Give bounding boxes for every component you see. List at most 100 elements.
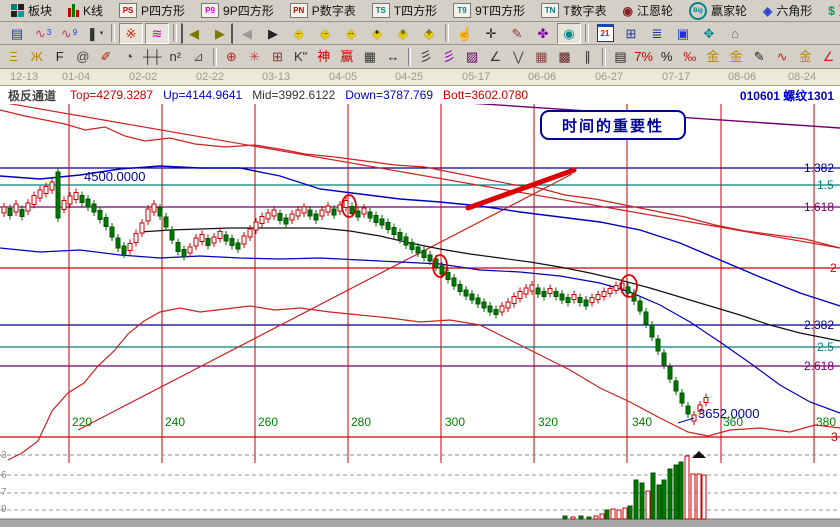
volume-bar: [623, 508, 627, 519]
candle-body: [626, 287, 630, 293]
toolbar-button-page-forward[interactable]: ▶: [261, 23, 285, 44]
toolbar-button-expand-h[interactable]: ◆↔: [339, 23, 363, 44]
toolbar-button-tick-divider[interactable]: ┼┼: [142, 46, 163, 67]
trend-angle-icon: ∠: [489, 50, 501, 63]
candle-body: [416, 247, 420, 253]
toolbar-button-level-table[interactable]: ▤: [610, 46, 631, 67]
fib-level-label: 3: [831, 430, 838, 444]
toolbar-button-gann-gold-2[interactable]: Ж: [26, 46, 47, 67]
toolbar-button-trend-angle[interactable]: ∠: [485, 46, 506, 67]
draw-pen-icon: ✎: [512, 27, 523, 40]
x-axis-label: 380: [816, 415, 836, 429]
toolbar-button-save-disk[interactable]: ▣: [671, 23, 695, 44]
toolbar-button-zoom-in[interactable]: ◆✦: [365, 23, 389, 44]
toolbar-button-hand-drag[interactable]: ☝: [453, 23, 477, 44]
annotation-box[interactable]: 时间的重要性: [540, 110, 686, 140]
toolbar-button-winner-service[interactable]: $赢家服务: [821, 1, 840, 21]
toolbar-button-kline-style[interactable]: ❚▾: [83, 23, 107, 44]
toolbar-button-shift-right[interactable]: ◆→: [313, 23, 337, 44]
toolbar-button-p-square[interactable]: PSP四方形: [112, 1, 192, 21]
toolbar-button-gann-circle[interactable]: ⊕: [221, 46, 242, 67]
toolbar-button-winner-wheel[interactable]: Big赢家轮: [682, 1, 754, 21]
toolbar-button-draw-pen[interactable]: ✎: [505, 23, 529, 44]
toolbar-button-network[interactable]: ✥: [697, 23, 721, 44]
toolbar-button-angle-line[interactable]: ⊿: [188, 46, 209, 67]
toolbar-button-wave-9[interactable]: ∿9: [57, 23, 81, 44]
time-cycle-icon: ◔: [125, 50, 133, 63]
volume-bar: [628, 506, 632, 519]
toolbar-button-ruler-123[interactable]: ▦: [359, 46, 380, 67]
toolbar-button-grid-arrow[interactable]: ▩: [554, 46, 575, 67]
toolbar-button-quote-list[interactable]: ▤: [5, 23, 29, 44]
candle-body: [554, 292, 558, 297]
toolbar-button-smart-brain[interactable]: ◉: [557, 23, 581, 44]
toolbar-button-page-back[interactable]: ◀: [235, 23, 259, 44]
fan-purple-icon: 彡: [442, 50, 455, 63]
toolbar-button-percent-7[interactable]: 7%: [633, 46, 654, 67]
candle-body: [230, 239, 234, 246]
toolbar-button-sector-board[interactable]: 板块: [4, 1, 59, 21]
toolbar-button-notepad[interactable]: ≣: [645, 23, 669, 44]
toolbar-button-j-angle[interactable]: ∠: [818, 46, 839, 67]
level-table-icon: ▤: [614, 50, 626, 63]
toolbar-button-boxed-web[interactable]: ⊞: [267, 46, 288, 67]
toolbar-button-gold-lines-2[interactable]: 金: [795, 46, 816, 67]
toolbar-button-hexagon[interactable]: ◈六角形: [756, 1, 819, 21]
toolbar-button-gann-web[interactable]: ✳: [244, 46, 265, 67]
toolbar-button-calendar[interactable]: 21: [593, 23, 617, 44]
x-axis-label: 340: [632, 415, 652, 429]
toolbar-button-color-histogram[interactable]: ≋: [145, 23, 169, 44]
toolbar-button-purple-tool[interactable]: ✤: [531, 23, 555, 44]
toolbar-button-gold-circle[interactable]: 金: [702, 46, 723, 67]
toolbar-button-t-number-table[interactable]: TNT数字表: [534, 1, 613, 21]
toolbar-button-9t-square[interactable]: T99T四方形: [446, 1, 532, 21]
toolbar-button-pattern-tool[interactable]: ※: [119, 23, 143, 44]
toolbar-button-brush[interactable]: ✐: [95, 46, 116, 67]
toolbar-button-shift-left[interactable]: ◆←: [287, 23, 311, 44]
toolbar-button-parallel-lines[interactable]: ∥: [577, 46, 598, 67]
toolbar-button-computer[interactable]: ⌂: [723, 23, 747, 44]
toolbar-button-grid-tool[interactable]: ▦: [531, 46, 552, 67]
toolbar-button-fan-lines[interactable]: 彡: [415, 46, 436, 67]
toolbar-button-pen-lines[interactable]: ✎: [749, 46, 770, 67]
toolbar-button-crosshair[interactable]: ✛: [479, 23, 503, 44]
volume-bar: [674, 465, 678, 519]
toolbar-button-calculator[interactable]: ⊞: [619, 23, 643, 44]
toolbar-button-wave-tool[interactable]: ∿: [772, 46, 793, 67]
toolbar-button-gann-gold-1[interactable]: Ξ: [3, 46, 24, 67]
toolbar-button-p-number-table[interactable]: PNP数字表: [283, 1, 363, 21]
toolbar-button-k-mark[interactable]: K": [290, 46, 311, 67]
toolbar-button-fan-boxed[interactable]: ▨: [462, 46, 483, 67]
toolbar-separator: [111, 24, 115, 42]
toolbar-main: 板块K线PSP四方形P99P四方形PNP数字表TST四方形T99T四方形TNT数…: [0, 0, 840, 22]
chart-area[interactable]: 1.3821.51.61822.3822.52.618336794500.000…: [0, 104, 840, 527]
toolbar-button-n-square[interactable]: n²: [165, 46, 186, 67]
toolbar-button-zoom-out[interactable]: ◆✳: [391, 23, 415, 44]
toolbar-button-spiral[interactable]: @: [72, 46, 93, 67]
toolbar-button-time-cycle[interactable]: ◔: [119, 46, 140, 67]
toolbar-button-gold-lines[interactable]: 金: [725, 46, 746, 67]
candle-body: [332, 209, 336, 215]
toolbar-button-percent[interactable]: %: [656, 46, 677, 67]
candle-body: [662, 353, 666, 365]
toolbar-button-last-page[interactable]: ▶: [208, 23, 233, 44]
toolbar-button-first-page[interactable]: ◀: [181, 23, 206, 44]
toolbar-button-ying-tool[interactable]: 赢: [336, 46, 357, 67]
toolbar-button-wave-3[interactable]: ∿3: [31, 23, 55, 44]
toolbar-button-9p-square[interactable]: P99P四方形: [194, 1, 281, 21]
candle-body: [530, 285, 534, 291]
toolbar-button-kline[interactable]: K线: [61, 1, 110, 21]
n-square-icon: n²: [170, 50, 182, 63]
toolbar-button-zoom-fit[interactable]: ◆✛: [417, 23, 441, 44]
candle-body: [704, 398, 708, 403]
toolbar-button-t-square[interactable]: TST四方形: [365, 1, 444, 21]
volume-bar: [668, 469, 672, 519]
toolbar-button-fibonacci[interactable]: F: [49, 46, 70, 67]
toolbar-button-fan-purple[interactable]: 彡: [438, 46, 459, 67]
toolbar-button-span-measure[interactable]: ↔: [382, 46, 403, 67]
toolbar-button-percent-lines[interactable]: ‰: [679, 46, 700, 67]
chart-canvas[interactable]: 1.3821.51.61822.3822.52.618336794500.000…: [0, 104, 840, 527]
toolbar-button-gann-wheel[interactable]: ◉江恩轮: [615, 1, 680, 21]
toolbar-button-zigzag-v[interactable]: ⋁: [508, 46, 529, 67]
toolbar-button-shen-tool[interactable]: 神: [313, 46, 334, 67]
